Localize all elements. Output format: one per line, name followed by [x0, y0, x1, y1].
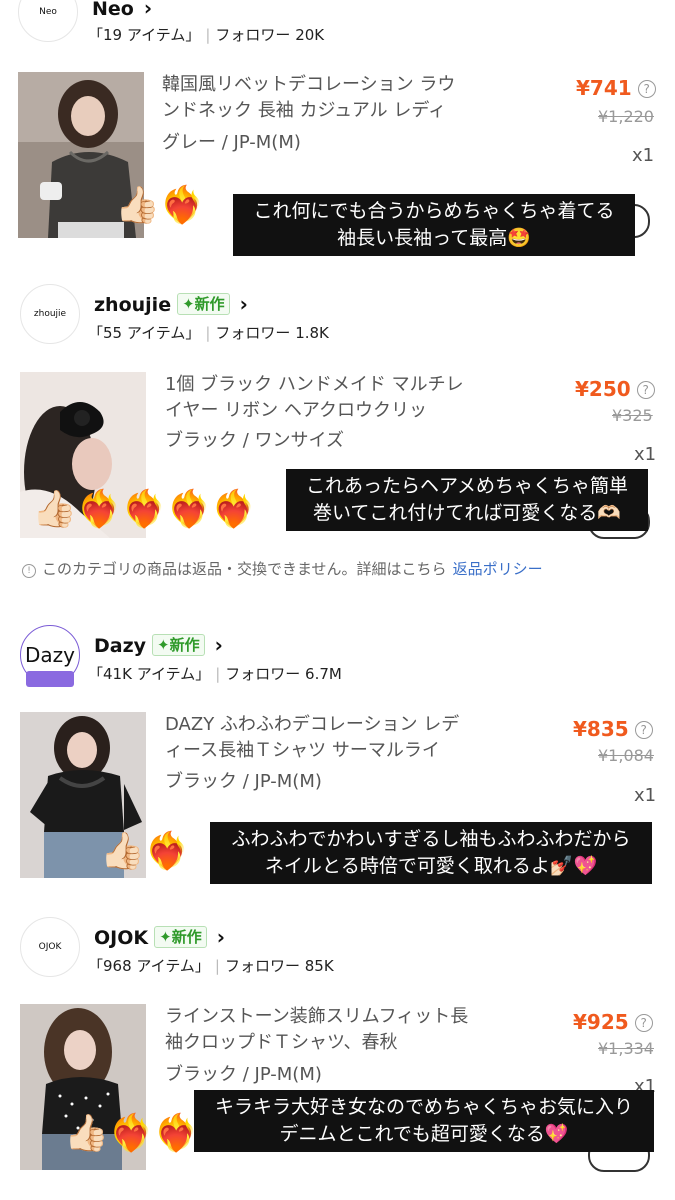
return-notice: ! このカテゴリの商品は返品・交換できません。詳細はこちら 返品ポリシー	[22, 558, 543, 579]
chevron-right-icon: ›	[143, 0, 153, 20]
product-variant[interactable]: ブラック / JP-M(M)	[165, 767, 322, 793]
shop-stats: 「968 アイテム」 | フォロワー 85K	[88, 957, 334, 975]
shop-avatar[interactable]: zhoujie	[20, 284, 80, 344]
original-price: ¥1,334	[598, 1039, 654, 1058]
shop-name[interactable]: Dazy ✦新作 ›	[94, 633, 223, 657]
return-policy-link[interactable]: 返品ポリシー	[453, 560, 543, 578]
help-icon[interactable]: ?	[634, 1014, 653, 1032]
chevron-right-icon: ›	[214, 633, 223, 657]
caption-overlay: これあったらヘアメめちゃくちゃ簡単 巻いてこれ付けてれば可愛くなる🫶🏻	[286, 469, 648, 531]
quantity: x1	[634, 785, 657, 806]
info-icon: !	[22, 564, 36, 578]
product-variant[interactable]: ブラック / JP-M(M)	[165, 1060, 322, 1086]
new-badge: ✦新作	[152, 634, 205, 656]
help-icon[interactable]: ?	[636, 381, 655, 399]
shop-stats: 「55 アイテム」 | フォロワー 1.8K	[88, 324, 329, 342]
product-variant[interactable]: グレー / JP-M(M)	[162, 128, 301, 154]
product-price: ¥741?	[576, 76, 656, 100]
shop-stats: 「19 アイテム」 | フォロワー 20K	[88, 26, 325, 44]
product-title[interactable]: 1個 ブラック ハンドメイド マルチレイヤー リボン ヘアクロウクリッ	[165, 372, 475, 424]
product-price: ¥835?	[573, 717, 653, 741]
quantity: x1	[634, 444, 657, 465]
sticker-thumbs-fire: 👍🏻❤️‍🔥	[100, 831, 190, 872]
product-price: ¥250?	[575, 377, 655, 401]
product-price: ¥925?	[573, 1010, 653, 1034]
help-icon[interactable]: ?	[637, 80, 656, 98]
avatar-strip	[26, 671, 74, 687]
original-price: ¥325	[612, 406, 653, 425]
original-price: ¥1,084	[598, 746, 654, 765]
quantity: x1	[632, 145, 655, 166]
shop-name[interactable]: Neo ›	[92, 0, 152, 20]
caption-overlay: これ何にでも合うからめちゃくちゃ着てる 袖長い長袖って最高🤩	[233, 194, 635, 256]
help-icon[interactable]: ?	[634, 721, 653, 739]
chevron-right-icon: ›	[239, 292, 248, 316]
new-badge: ✦新作	[177, 293, 230, 315]
product-title[interactable]: 韓国風リベットデコレーション ラウンドネック 長袖 カジュアル レディ	[162, 72, 472, 124]
caption-overlay: ふわふわでかわいすぎるし袖もふわふわだから ネイルとる時倍で可愛く取れるよ💅🏻💖	[210, 822, 652, 884]
product-title[interactable]: DAZY ふわふわデコレーション レディース長袖Ｔシャツ サーマルライ	[165, 712, 475, 764]
shop-name[interactable]: OJOK ✦新作 ›	[94, 925, 225, 949]
shop-avatar[interactable]: Neo	[18, 0, 78, 42]
caption-overlay: キラキラ大好き女なのでめちゃくちゃお気に入り デニムとこれでも超可愛くなる💖	[194, 1090, 654, 1152]
chevron-right-icon: ›	[216, 925, 225, 949]
original-price: ¥1,220	[598, 107, 654, 126]
product-variant[interactable]: ブラック / ワンサイズ	[165, 426, 344, 452]
shop-avatar[interactable]: OJOK	[20, 917, 80, 977]
new-badge: ✦新作	[154, 926, 207, 948]
shop-stats: 「41K アイテム」 | フォロワー 6.7M	[88, 665, 342, 683]
product-title[interactable]: ラインストーン装飾スリムフィット長袖クロップドＴシャツ、春秋	[165, 1004, 475, 1056]
sticker-thumbs-fire: 👍🏻❤️‍🔥❤️‍🔥❤️‍🔥❤️‍🔥	[32, 489, 257, 530]
sticker-thumbs-fire: 👍🏻❤️‍🔥❤️‍🔥	[64, 1113, 199, 1154]
shop-name[interactable]: zhoujie ✦新作 ›	[94, 292, 248, 316]
sticker-thumbs-fire: 👍🏻❤️‍🔥	[115, 185, 205, 226]
